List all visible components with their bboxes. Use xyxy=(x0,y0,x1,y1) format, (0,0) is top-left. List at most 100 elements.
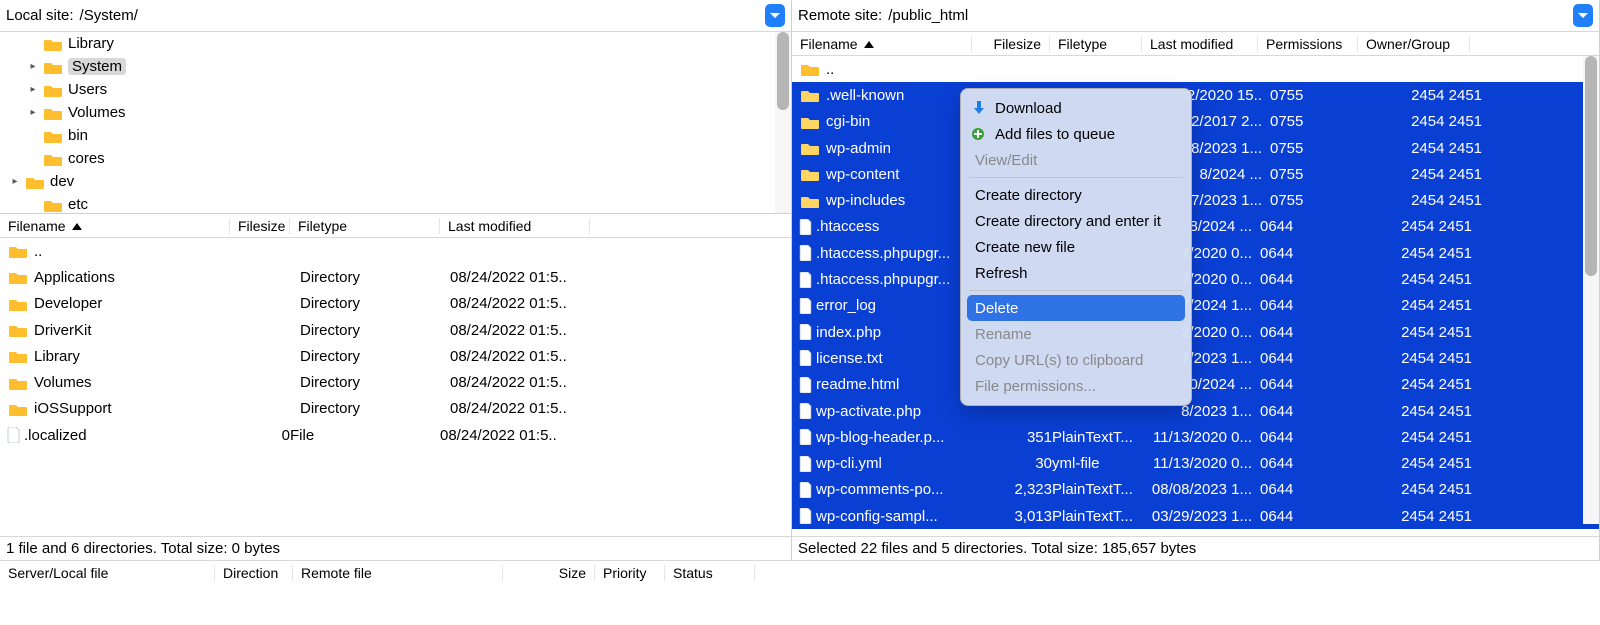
chevron-down-icon[interactable] xyxy=(765,4,785,27)
list-row[interactable]: .. xyxy=(792,56,1599,82)
folder-icon xyxy=(8,270,28,284)
col-filesize[interactable]: Filesize xyxy=(972,36,1050,52)
tree-item[interactable]: cores xyxy=(0,147,791,170)
disclosure-triangle-icon[interactable]: ▸ xyxy=(26,61,40,72)
local-tree[interactable]: Library▸System▸Users▸Volumesbincores▸dev… xyxy=(0,32,791,214)
list-row[interactable]: readme.html0/2024 ...06442454 2451 xyxy=(792,372,1599,398)
file-icon xyxy=(796,456,816,472)
list-row[interactable]: DriverKitDirectory08/24/2022 01:5.. xyxy=(0,317,791,343)
tree-item[interactable]: etc xyxy=(0,193,791,214)
col-direction[interactable]: Direction xyxy=(215,565,293,581)
list-row[interactable]: .well-known2/2020 15..07552454 2451 xyxy=(792,82,1599,108)
folder-icon xyxy=(800,194,820,208)
col-lastmod[interactable]: Last modified xyxy=(440,218,590,234)
tree-label: bin xyxy=(68,127,88,144)
col-filetype[interactable]: Filetype xyxy=(290,218,440,234)
list-row[interactable]: wp-content8/2024 ...07552454 2451 xyxy=(792,161,1599,187)
disclosure-triangle-icon[interactable]: ▸ xyxy=(8,176,22,187)
ctx-add-queue[interactable]: Add files to queue xyxy=(961,121,1191,147)
remote-list-header[interactable]: Filename Filesize Filetype Last modified… xyxy=(792,32,1599,56)
folder-icon xyxy=(44,106,62,120)
folder-icon xyxy=(8,349,28,363)
local-path-combo[interactable]: /System/ xyxy=(80,4,785,28)
ctx-copy-url: Copy URL(s) to clipboard xyxy=(961,347,1191,373)
list-row[interactable]: wp-includes7/2023 1...07552454 2451 xyxy=(792,187,1599,213)
scrollbar[interactable] xyxy=(775,32,791,213)
list-row[interactable]: wp-admin8/2023 1...07552454 2451 xyxy=(792,135,1599,161)
tree-item[interactable]: ▸ Volumes xyxy=(0,101,791,124)
col-status[interactable]: Status xyxy=(665,565,755,581)
local-file-list[interactable]: ..ApplicationsDirectory08/24/2022 01:5..… xyxy=(0,238,791,536)
list-row[interactable]: wp-activate.php8/2023 1...06442454 2451 xyxy=(792,398,1599,424)
list-row[interactable]: .. xyxy=(0,238,791,264)
list-row[interactable]: .htaccess.phpupgr...7/2020 0...06442454 … xyxy=(792,240,1599,266)
col-lastmod[interactable]: Last modified xyxy=(1142,36,1258,52)
list-row[interactable]: wp-config-sampl...3,013PlainTextT...03/2… xyxy=(792,503,1599,529)
folder-icon xyxy=(8,297,28,311)
list-row[interactable]: error_log7/2024 1...06442454 2451 xyxy=(792,293,1599,319)
col-server-file[interactable]: Server/Local file xyxy=(0,565,215,581)
remote-path-combo[interactable]: /public_html xyxy=(888,4,1593,28)
file-icon xyxy=(796,377,816,393)
list-row[interactable]: wp-comments-po...2,323PlainTextT...08/08… xyxy=(792,477,1599,503)
remote-status: Selected 22 files and 5 directories. Tot… xyxy=(792,536,1599,560)
list-row[interactable]: iOSSupportDirectory08/24/2022 01:5.. xyxy=(0,396,791,422)
col-owner[interactable]: Owner/Group xyxy=(1358,36,1470,52)
list-row[interactable]: DeveloperDirectory08/24/2022 01:5.. xyxy=(0,291,791,317)
ctx-create-dir-enter[interactable]: Create directory and enter it xyxy=(961,208,1191,234)
folder-icon xyxy=(44,152,62,166)
folder-icon xyxy=(26,175,44,189)
col-size[interactable]: Size xyxy=(503,565,595,581)
context-menu: Download Add files to queue View/Edit Cr… xyxy=(960,88,1192,406)
col-filesize[interactable]: Filesize xyxy=(230,218,290,234)
list-row[interactable]: cgi-bin2/2017 2...07552454 2451 xyxy=(792,109,1599,135)
disclosure-triangle-icon[interactable]: ▸ xyxy=(26,107,40,118)
col-permissions[interactable]: Permissions xyxy=(1258,36,1358,52)
folder-icon xyxy=(800,62,820,76)
list-row[interactable]: wp-blog-header.p...351PlainTextT...11/13… xyxy=(792,424,1599,450)
folder-icon xyxy=(44,83,62,97)
chevron-down-icon[interactable] xyxy=(1573,4,1593,27)
ctx-file-permissions: File permissions... xyxy=(961,373,1191,399)
plus-icon xyxy=(971,127,989,141)
tree-label: Volumes xyxy=(68,104,126,121)
list-row[interactable]: ApplicationsDirectory08/24/2022 01:5.. xyxy=(0,264,791,290)
list-row[interactable]: VolumesDirectory08/24/2022 01:5.. xyxy=(0,369,791,395)
list-row[interactable]: LibraryDirectory08/24/2022 01:5.. xyxy=(0,343,791,369)
ctx-refresh[interactable]: Refresh xyxy=(961,260,1191,286)
remote-site-label: Remote site: xyxy=(798,7,882,24)
col-filetype[interactable]: Filetype xyxy=(1050,36,1142,52)
col-remote-file[interactable]: Remote file xyxy=(293,565,503,581)
file-icon xyxy=(796,403,816,419)
file-icon xyxy=(796,350,816,366)
ctx-create-file[interactable]: Create new file xyxy=(961,234,1191,260)
ctx-create-dir[interactable]: Create directory xyxy=(961,182,1191,208)
tree-item[interactable]: Library xyxy=(0,32,791,55)
list-row[interactable]: .htaccess8/2024 ...06442454 2451 xyxy=(792,214,1599,240)
tree-item[interactable]: ▸System xyxy=(0,55,791,78)
file-icon xyxy=(796,245,816,261)
tree-item[interactable]: bin xyxy=(0,124,791,147)
remote-file-list[interactable]: ...well-known2/2020 15..07552454 2451cgi… xyxy=(792,56,1599,536)
local-pane: Local site: /System/ Library▸System▸User… xyxy=(0,0,792,560)
scrollbar[interactable] xyxy=(1583,56,1599,524)
folder-icon xyxy=(8,402,28,416)
disclosure-triangle-icon[interactable]: ▸ xyxy=(26,84,40,95)
list-row[interactable]: wp-cli.yml30yml-file11/13/2020 0...06442… xyxy=(792,450,1599,476)
list-row[interactable]: .htaccess.phpupgr...7/2020 0...06442454 … xyxy=(792,266,1599,292)
list-row[interactable]: license.txt7/2023 1...06442454 2451 xyxy=(792,345,1599,371)
ctx-delete[interactable]: Delete xyxy=(967,295,1185,321)
ctx-download[interactable]: Download xyxy=(961,95,1191,121)
ctx-rename: Rename xyxy=(961,321,1191,347)
list-row[interactable]: index.php2/2020 0...06442454 2451 xyxy=(792,319,1599,345)
tree-item[interactable]: ▸dev xyxy=(0,170,791,193)
folder-icon xyxy=(8,244,28,258)
file-icon xyxy=(796,298,816,314)
tree-item[interactable]: ▸Users xyxy=(0,78,791,101)
col-filename[interactable]: Filename xyxy=(0,218,230,234)
col-filename[interactable]: Filename xyxy=(792,36,972,52)
local-list-header[interactable]: Filename Filesize Filetype Last modified xyxy=(0,214,791,238)
col-priority[interactable]: Priority xyxy=(595,565,665,581)
tree-label: Library xyxy=(68,35,114,52)
list-row[interactable]: .localized0File08/24/2022 01:5.. xyxy=(0,422,791,448)
